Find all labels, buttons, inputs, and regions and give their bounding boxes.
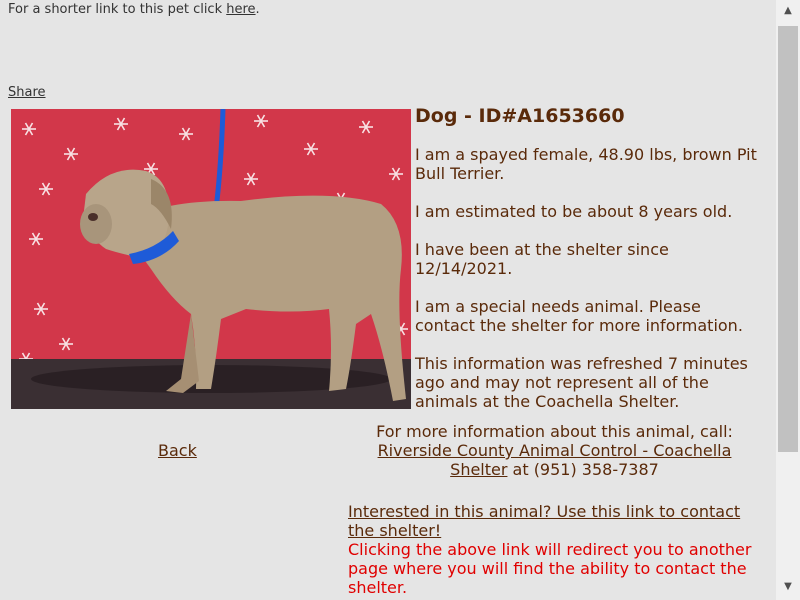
scroll-down-icon[interactable]: ▼ [776,578,800,596]
contact-intro: For more information about this animal, … [376,422,733,441]
pet-refresh-note: This information was refreshed 7 minutes… [415,354,748,411]
contact-shelter-link[interactable]: Interested in this animal? Use this link… [348,502,740,540]
scroll-thumb[interactable] [778,26,798,452]
vertical-scrollbar[interactable]: ▲ ▼ [776,0,800,600]
pet-shelter-date: I have been at the shelter since 12/14/2… [415,240,669,278]
short-link-note: For a shorter link to this pet click her… [8,2,260,17]
interest-section: Interested in this animal? Use this link… [348,502,758,597]
scroll-up-icon[interactable]: ▲ [776,2,800,20]
short-link-text: For a shorter link to this pet click [8,2,227,17]
contact-info: For more information about this animal, … [352,422,757,479]
pet-special-needs: I am a special needs animal. Please cont… [415,297,743,335]
pet-photo [11,109,411,409]
pet-info: Dog - ID#A1653660 I am a spayed female, … [415,104,765,430]
short-link-suffix: . [255,2,260,17]
short-link[interactable]: here [226,2,255,17]
back-link[interactable]: Back [158,441,197,460]
pet-title: Dog - ID#A1653660 [415,105,625,127]
pet-description: I am a spayed female, 48.90 lbs, brown P… [415,145,757,183]
redirect-note: Clicking the above link will redirect yo… [348,540,752,597]
share-link[interactable]: Share [8,85,46,100]
pet-age: I am estimated to be about 8 years old. [415,202,733,221]
shelter-phone: at (951) 358-7387 [507,460,659,479]
